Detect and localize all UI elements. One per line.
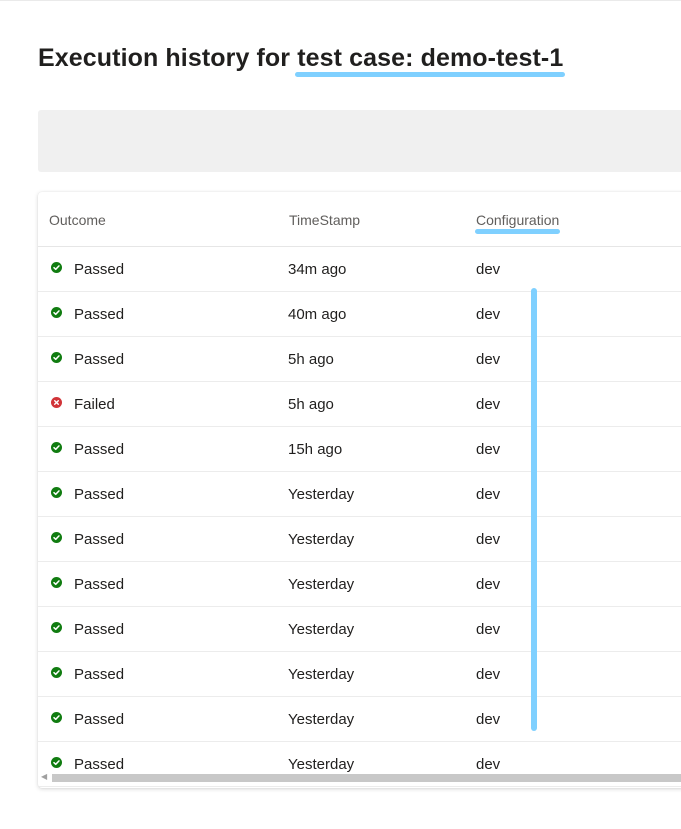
timestamp-cell: 5h ago: [288, 351, 334, 368]
timestamp-cell: 15h ago: [288, 441, 343, 458]
outcome-label: Passed: [74, 666, 125, 683]
outcome-label: Failed: [74, 396, 115, 413]
timestamp-cell: Yesterday: [288, 621, 355, 638]
column-header-timestamp[interactable]: TimeStamp: [289, 212, 360, 228]
horizontal-scrollbar[interactable]: ◀: [38, 770, 681, 784]
check-circle-icon: [51, 577, 62, 588]
outcome-cell: Passed: [51, 351, 124, 368]
table-row[interactable]: Passed Yesterday dev: [38, 562, 681, 607]
configuration-cell: dev: [476, 396, 501, 413]
check-circle-icon: [51, 262, 62, 273]
outcome-cell: Failed: [51, 396, 115, 413]
outcome-label: Passed: [74, 351, 125, 368]
configuration-cell: dev: [476, 531, 501, 548]
outcome-cell: Passed: [51, 576, 124, 593]
configuration-cell: dev: [476, 666, 501, 683]
timestamp-cell: 34m ago: [288, 261, 347, 278]
check-circle-icon: [51, 352, 62, 363]
outcome-cell: Passed: [51, 261, 124, 278]
check-circle-icon: [51, 667, 62, 678]
configuration-cell: dev: [476, 351, 501, 368]
check-circle-icon: [51, 757, 62, 768]
outcome-label: Passed: [74, 306, 125, 323]
check-circle-icon: [51, 712, 62, 723]
configuration-column-highlight: [531, 288, 537, 731]
configuration-cell: dev: [476, 261, 501, 278]
timestamp-cell: Yesterday: [288, 666, 355, 683]
table-row[interactable]: Passed Yesterday dev: [38, 697, 681, 742]
outcome-cell: Passed: [51, 306, 124, 323]
outcome-cell: Passed: [51, 441, 124, 458]
column-header-outcome[interactable]: Outcome: [49, 212, 106, 228]
outcome-cell: Passed: [51, 666, 124, 683]
configuration-cell: dev: [476, 306, 501, 323]
top-divider: [0, 0, 681, 1]
page: Execution history for test case: demo-te…: [0, 0, 681, 829]
outcome-cell: Passed: [51, 486, 124, 503]
check-circle-icon: [51, 307, 62, 318]
scrollbar-thumb[interactable]: [52, 774, 681, 782]
timestamp-cell: 40m ago: [288, 306, 347, 323]
table-row[interactable]: Passed Yesterday dev: [38, 652, 681, 697]
outcome-cell: Passed: [51, 621, 124, 638]
table-body: Passed 34m ago dev Passed 40m ago dev Passed 5h…: [38, 247, 681, 787]
table-row[interactable]: Passed 15h ago dev: [38, 427, 681, 472]
execution-history-table: Outcome TimeStamp Configuration Passed 34…: [38, 192, 681, 788]
outcome-label: Passed: [74, 711, 125, 728]
timestamp-cell: Yesterday: [288, 711, 355, 728]
check-circle-icon: [51, 532, 62, 543]
timestamp-cell: Yesterday: [288, 531, 355, 548]
configuration-cell: dev: [476, 576, 501, 593]
table-row[interactable]: Passed Yesterday dev: [38, 517, 681, 562]
column-header-configuration[interactable]: Configuration: [474, 212, 561, 234]
table-row[interactable]: Passed Yesterday dev: [38, 607, 681, 652]
error-circle-icon: [51, 397, 62, 408]
page-title-prefix: Execution history for: [38, 44, 298, 72]
configuration-cell: dev: [476, 486, 501, 503]
outcome-cell: Passed: [51, 711, 124, 728]
table-row[interactable]: Passed 40m ago dev: [38, 292, 681, 337]
caret-left-icon[interactable]: ◀: [41, 773, 47, 781]
check-circle-icon: [51, 622, 62, 633]
outcome-label: Passed: [74, 621, 125, 638]
timestamp-cell: 5h ago: [288, 396, 334, 413]
table-row[interactable]: Passed 34m ago dev: [38, 247, 681, 292]
page-title: Execution history for test case: demo-te…: [38, 44, 566, 77]
table-row[interactable]: Passed 5h ago dev: [38, 337, 681, 382]
filter-bar[interactable]: [38, 110, 681, 172]
outcome-label: Passed: [74, 261, 125, 278]
configuration-cell: dev: [476, 711, 501, 728]
outcome-label: Passed: [74, 576, 125, 593]
column-header-configuration-label: Configuration: [474, 212, 561, 234]
outcome-label: Passed: [74, 531, 125, 548]
check-circle-icon: [51, 442, 62, 453]
configuration-cell: dev: [476, 441, 501, 458]
table-row[interactable]: Passed Yesterday dev: [38, 472, 681, 517]
timestamp-cell: Yesterday: [288, 576, 355, 593]
outcome-cell: Passed: [51, 531, 124, 548]
outcome-label: Passed: [74, 486, 125, 503]
configuration-cell: dev: [476, 621, 501, 638]
table-header: Outcome TimeStamp Configuration: [38, 192, 681, 247]
page-title-test-case: test case: demo-test-1: [295, 44, 566, 77]
timestamp-cell: Yesterday: [288, 486, 355, 503]
outcome-label: Passed: [74, 441, 125, 458]
table-row[interactable]: Failed 5h ago dev: [38, 382, 681, 427]
check-circle-icon: [51, 487, 62, 498]
